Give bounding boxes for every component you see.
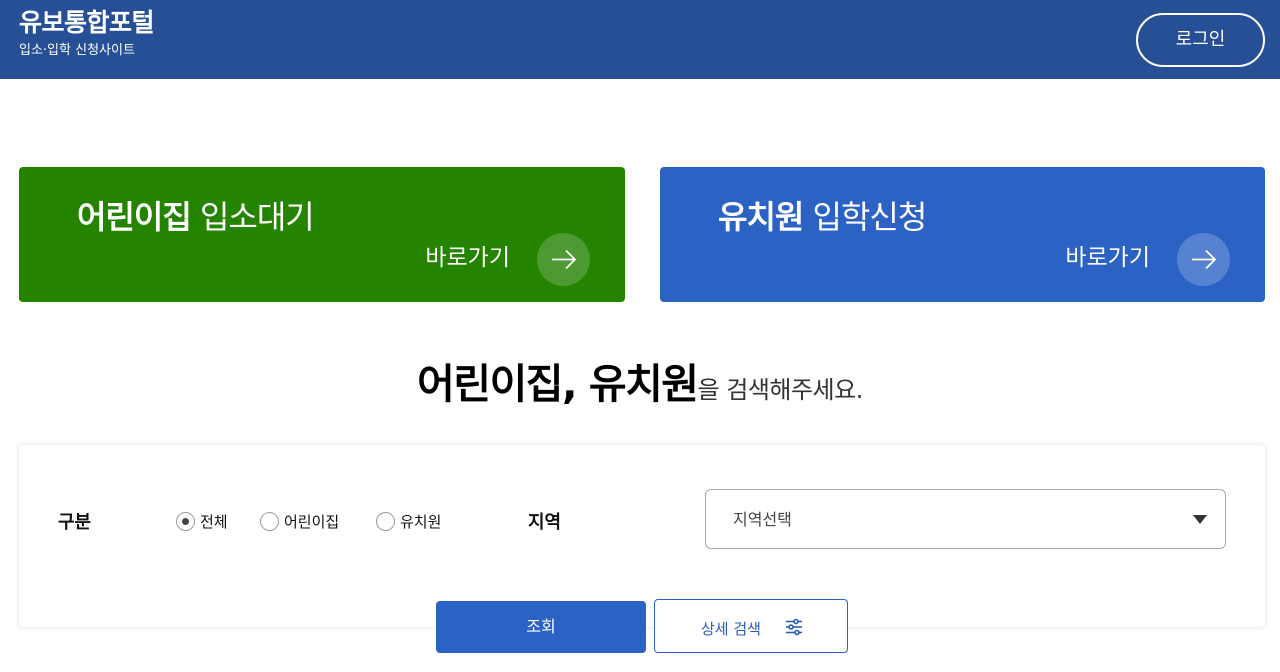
daycare-card-title-light: 입소대기 xyxy=(199,198,315,236)
region-select[interactable]: 지역선택 xyxy=(705,489,1226,549)
kindergarten-apply-card[interactable]: 유치원 입학신청 바로가기 xyxy=(660,167,1265,302)
kinder-card-title: 유치원 입학신청 xyxy=(718,197,928,237)
search-button[interactable]: 조회 xyxy=(436,601,646,653)
category-label: 구분 xyxy=(58,512,92,533)
site-subtitle: 입소·입학 신청사이트 xyxy=(19,43,135,58)
daycare-card-title-bold: 어린이집 xyxy=(77,198,192,236)
search-panel: 구분 전체 어린이집 유치원 지역 지역선택 xyxy=(19,445,1265,627)
caret-down-icon xyxy=(1193,515,1207,524)
kinder-card-title-bold: 유치원 xyxy=(718,198,804,236)
kinder-go-label[interactable]: 바로가기 xyxy=(1065,243,1150,273)
daycare-go-label[interactable]: 바로가기 xyxy=(425,243,510,273)
detail-search-button[interactable]: 상세 검색 xyxy=(654,599,848,653)
kinder-card-title-light: 입학신청 xyxy=(812,198,928,236)
radio-dot[interactable] xyxy=(260,512,279,531)
top-header: 유보통합포털 입소·입학 신청사이트 로그인 xyxy=(0,0,1280,79)
daycare-apply-card[interactable]: 어린이집 입소대기 바로가기 xyxy=(19,167,625,302)
search-headline: 어린이집, 유치원을 검색해주세요. xyxy=(0,350,1280,410)
radio-daycare-label: 어린이집 xyxy=(284,513,340,531)
brand[interactable]: 유보통합포털 입소·입학 신청사이트 xyxy=(19,8,155,60)
radio-kindergarten-label: 유치원 xyxy=(400,513,442,531)
arrow-right-icon[interactable] xyxy=(537,233,590,286)
radio-dot[interactable] xyxy=(376,512,395,531)
radio-all-label: 전체 xyxy=(200,513,228,531)
headline-bold: 어린이집, 유치원 xyxy=(417,360,699,408)
detail-search-label: 상세 검색 xyxy=(701,620,761,638)
arrow-right-icon[interactable] xyxy=(1177,233,1230,286)
radio-daycare[interactable]: 어린이집 xyxy=(260,511,339,532)
region-select-value: 지역선택 xyxy=(733,510,792,529)
login-button[interactable]: 로그인 xyxy=(1136,13,1265,67)
region-label: 지역 xyxy=(528,512,562,533)
site-title[interactable]: 유보통합포털 xyxy=(19,8,155,38)
filter-sliders-icon xyxy=(786,618,802,636)
radio-all[interactable]: 전체 xyxy=(176,511,228,532)
headline-light: 을 검색해주세요. xyxy=(697,376,864,404)
radio-dot-selected[interactable] xyxy=(176,512,195,531)
daycare-card-title: 어린이집 입소대기 xyxy=(77,197,315,237)
radio-kindergarten[interactable]: 유치원 xyxy=(376,511,441,532)
